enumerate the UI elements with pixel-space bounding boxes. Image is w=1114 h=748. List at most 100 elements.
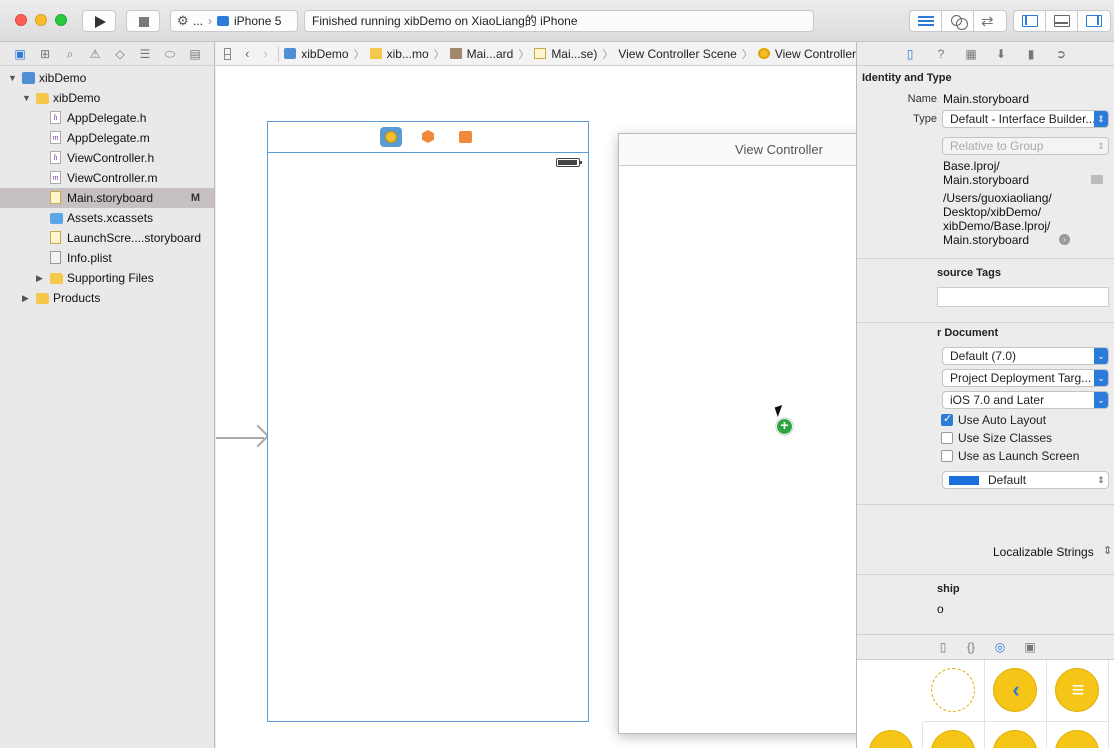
- scheme-device-label: iPhone 5: [234, 14, 282, 28]
- reveal-arrow-icon[interactable]: ›: [1059, 234, 1070, 245]
- file-template-icon[interactable]: ▯: [935, 639, 951, 655]
- size-inspector-icon[interactable]: ▮: [1023, 46, 1039, 62]
- crumb-storyboard[interactable]: Mai...se) 〉: [534, 46, 618, 62]
- file-tree-row[interactable]: Assets.xcassets: [0, 208, 214, 228]
- first-responder-icon[interactable]: [418, 127, 440, 147]
- scheme-separator: ›: [208, 14, 213, 28]
- standard-editor-icon: [918, 16, 934, 26]
- disclosure-closed-icon[interactable]: ▶: [36, 268, 43, 288]
- assistant-editor-button[interactable]: [942, 11, 974, 31]
- attributes-inspector-icon[interactable]: ⬇: [993, 46, 1009, 62]
- crumb-folder[interactable]: xib...mo 〉: [369, 46, 450, 62]
- library-item[interactable]: ≡: [1047, 660, 1109, 722]
- opens-in-popup[interactable]: Default (7.0) ⌄: [942, 347, 1109, 365]
- file-tree-row[interactable]: Main.storyboard M: [0, 188, 214, 208]
- file-tree-row[interactable]: m ViewController.m: [0, 168, 214, 188]
- search-navigator-icon[interactable]: ⌕: [62, 47, 78, 61]
- exit-icon[interactable]: [455, 127, 477, 147]
- test-navigator-icon[interactable]: ◇: [112, 47, 128, 61]
- library-item[interactable]: [923, 660, 985, 722]
- location-value: Relative to Group: [950, 139, 1044, 153]
- location-popup: Relative to Group ⇕: [942, 137, 1109, 155]
- object-library-icon[interactable]: ◎: [992, 639, 1008, 655]
- builds-for-popup[interactable]: Project Deployment Targ... ⌄: [942, 369, 1109, 387]
- debug-navigator-icon[interactable]: ☰: [137, 47, 153, 61]
- chevron-right-icon: 〉: [353, 48, 365, 61]
- standard-editor-button[interactable]: [910, 11, 942, 31]
- library-item[interactable]: [861, 722, 923, 748]
- toggle-debug-area-button[interactable]: [1046, 11, 1078, 31]
- connections-inspector-icon[interactable]: ➲: [1053, 46, 1069, 62]
- version-editor-button[interactable]: ⇄: [974, 11, 1006, 31]
- file-tree-row[interactable]: ▼ xibDemo: [0, 68, 214, 88]
- assets-file-icon: [50, 213, 63, 224]
- file-tree-row[interactable]: LaunchScre....storyboard: [0, 228, 214, 248]
- file-tree-row[interactable]: Info.plist: [0, 248, 214, 268]
- use-auto-layout-checkbox[interactable]: [941, 412, 953, 426]
- file-tree-row[interactable]: h ViewController.h: [0, 148, 214, 168]
- reveal-folder-icon[interactable]: [1091, 175, 1103, 184]
- identity-type-header: Identity and Type: [862, 72, 952, 84]
- file-inspector-icon[interactable]: ▯: [902, 46, 918, 62]
- breakpoint-navigator-icon[interactable]: ⬭: [162, 47, 178, 61]
- code-snippet-icon[interactable]: {}: [963, 639, 979, 655]
- library-item[interactable]: [923, 722, 985, 748]
- localization-arrows-icon[interactable]: ⇕: [1103, 544, 1112, 557]
- app-scheme-icon: ⚙: [177, 13, 189, 28]
- issue-navigator-icon[interactable]: ⚠: [87, 47, 103, 61]
- scheme-selector[interactable]: ⚙ ... › iPhone 5: [170, 10, 298, 32]
- file-tree-label: AppDelegate.h: [67, 111, 147, 125]
- crumb-project[interactable]: xibDemo 〉: [284, 46, 369, 62]
- disclosure-open-icon[interactable]: ▼: [8, 68, 17, 88]
- library-item[interactable]: ‹: [985, 660, 1047, 722]
- full-path: /Users/guoxiaoliang/ Desktop/xibDemo/ xi…: [943, 191, 1052, 247]
- view-controller-dock-icon[interactable]: [380, 127, 402, 147]
- symbol-navigator-icon[interactable]: ⊞: [37, 47, 53, 61]
- identity-inspector-icon[interactable]: ▦: [963, 46, 979, 62]
- media-library-icon[interactable]: ▣: [1022, 639, 1038, 655]
- stop-button[interactable]: [126, 10, 160, 32]
- use-size-classes-checkbox[interactable]: [941, 432, 953, 444]
- chevron-down-icon: ⌄: [1094, 392, 1108, 408]
- toggle-utilities-button[interactable]: [1078, 11, 1110, 31]
- file-tree-row[interactable]: ▶ Products: [0, 288, 214, 308]
- h-file-icon: h: [50, 111, 61, 124]
- interface-builder-document-header: r Document: [937, 327, 999, 339]
- close-window-button[interactable]: [15, 14, 27, 26]
- storyboard-file-icon: [50, 231, 61, 244]
- related-items-icon[interactable]: [224, 47, 232, 60]
- initial-view-controller-arrow[interactable]: [216, 437, 264, 439]
- crumb-scene[interactable]: View Controller Scene 〉: [618, 46, 758, 62]
- back-arrow-icon[interactable]: ‹: [245, 46, 249, 61]
- toggle-navigator-button[interactable]: [1014, 11, 1046, 31]
- crumb-label: Mai...se): [551, 46, 598, 61]
- type-label: Type: [913, 113, 937, 125]
- global-tint-popup[interactable]: Default ⇕: [942, 471, 1109, 489]
- file-tree: ▼ xibDemo ▼ xibDemo h AppDelegate.h m AppDelega…: [0, 68, 214, 308]
- zoom-window-button[interactable]: [55, 14, 67, 26]
- disclosure-closed-icon[interactable]: ▶: [22, 288, 29, 308]
- file-tree-row[interactable]: m AppDelegate.m: [0, 128, 214, 148]
- utilities-panel-icon: [1086, 15, 1102, 27]
- file-tree-row[interactable]: h AppDelegate.h: [0, 108, 214, 128]
- crumb-view-controller[interactable]: View Controller: [757, 47, 856, 61]
- quick-help-icon[interactable]: ?: [933, 46, 949, 62]
- resource-tags-field[interactable]: [937, 287, 1109, 307]
- file-tree-row[interactable]: ▼ xibDemo: [0, 88, 214, 108]
- library-item[interactable]: [1047, 722, 1109, 748]
- file-tree-row[interactable]: ▶ Supporting Files: [0, 268, 214, 288]
- file-tree-label: AppDelegate.m: [67, 131, 150, 145]
- forward-arrow-icon[interactable]: ›: [263, 46, 267, 61]
- view-controller-scene[interactable]: [267, 121, 589, 722]
- disclosure-open-icon[interactable]: ▼: [22, 88, 31, 108]
- minimize-window-button[interactable]: [35, 14, 47, 26]
- object-library-grid: ‹ ≡: [857, 660, 1114, 748]
- library-item[interactable]: [985, 722, 1047, 748]
- view-as-popup[interactable]: iOS 7.0 and Later ⌄: [942, 391, 1109, 409]
- use-launch-screen-checkbox[interactable]: [941, 450, 953, 462]
- file-type-popup[interactable]: Default - Interface Builder... ⇕: [942, 110, 1109, 128]
- folder-navigator-icon[interactable]: ▣: [12, 47, 28, 61]
- report-navigator-icon[interactable]: ▤: [187, 47, 203, 61]
- crumb-base[interactable]: Mai...ard 〉: [449, 46, 535, 62]
- run-button[interactable]: [82, 10, 116, 32]
